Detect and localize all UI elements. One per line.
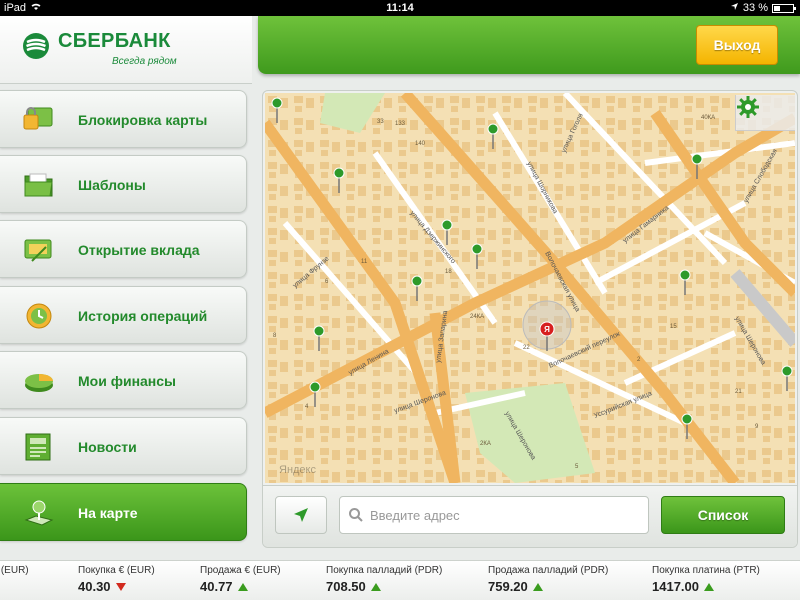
map-watermark: Яндекс (279, 464, 316, 476)
ticker-value: 40.77 (200, 579, 233, 594)
exit-button[interactable]: Выход (696, 25, 778, 65)
menu-item-on-map[interactable]: На карте (0, 483, 247, 541)
svg-text:40КА: 40КА (701, 115, 715, 121)
map-canvas: улица Гоголя улица Шорникова улица Ленин… (265, 93, 795, 483)
trend-up-icon (370, 582, 381, 591)
ticker-item: Покупка палладий (PDR) 708.50 (326, 565, 442, 594)
svg-text:33: 33 (377, 119, 384, 125)
exchange-ticker: Продажа € (EUR) Покупка € (EUR) 40.30 Пр… (0, 560, 800, 600)
ticker-item: Продажа палладий (PDR) 759.20 (488, 565, 608, 594)
menu-label: Открытие вклада (78, 242, 200, 258)
svg-text:140: 140 (415, 141, 426, 147)
folder-icon (24, 173, 53, 197)
location-arrow-icon (294, 508, 308, 522)
svg-text:24КА: 24КА (470, 314, 484, 320)
svg-text:21: 21 (735, 389, 742, 395)
history-icon (26, 303, 52, 329)
battery-fill (774, 5, 780, 11)
svg-text:2КА: 2КА (480, 441, 491, 447)
trend-down-icon (115, 582, 126, 591)
map-view[interactable]: улица Гоголя улица Шорникова улица Ленин… (265, 93, 795, 483)
trend-up-icon (237, 582, 248, 591)
map-pin-icon (24, 500, 54, 526)
ticker-label: Покупка € (EUR) (78, 565, 155, 576)
gear-icon (737, 96, 759, 118)
ticker-value: 759.20 (488, 579, 528, 594)
clock: 11:14 (386, 2, 414, 14)
menu-label: История операций (78, 308, 208, 324)
svg-text:18: 18 (445, 269, 452, 275)
menu-label: Мои финансы (78, 373, 177, 389)
deposit-icon (24, 239, 52, 262)
menu-item-news[interactable]: Новости (0, 417, 247, 475)
pie-chart-icon (25, 374, 53, 392)
svg-text:15: 15 (670, 324, 677, 330)
status-bar: iPad 11:14 33 % (0, 0, 800, 16)
menu-label: Шаблоны (78, 177, 146, 193)
menu-item-deposit[interactable]: Открытие вклада (0, 220, 247, 278)
marker-label: Я (544, 325, 550, 334)
map-settings-button[interactable] (735, 95, 795, 131)
menu-item-history[interactable]: История операций (0, 286, 247, 344)
list-button[interactable]: Список (661, 496, 785, 534)
ticker-label: Покупка платина (PTR) (652, 565, 760, 576)
status-right: 33 % (730, 2, 796, 14)
locate-button[interactable] (275, 496, 327, 534)
svg-text:133: 133 (395, 121, 406, 127)
map-footer: Список (263, 485, 797, 547)
menu-item-finances[interactable]: Мои финансы (0, 351, 247, 409)
ticker-item: Продажа € (EUR) 40.77 (200, 565, 281, 594)
ticker-item: Покупка € (EUR) 40.30 (78, 565, 155, 594)
trend-up-icon (704, 582, 714, 591)
ticker-item: Покупка платина (PTR) 1417.00 (652, 565, 760, 594)
trend-up-icon (532, 582, 543, 591)
ticker-value: 40.30 (78, 579, 111, 594)
battery-percent: 33 % (742, 2, 768, 14)
map-panel: улица Гоголя улица Шорникова улица Ленин… (262, 90, 798, 548)
menu-item-card-block[interactable]: Блокировка карты (0, 90, 247, 148)
menu-label: На карте (78, 505, 138, 521)
address-search-field[interactable] (339, 496, 649, 534)
bank-name: СБЕРБАНК (58, 30, 171, 52)
logo-area: СБЕРБАНК Всегда рядом (0, 16, 252, 84)
bank-tagline: Всегда рядом (112, 56, 177, 67)
menu-label: Новости (78, 439, 137, 455)
news-icon (25, 433, 51, 461)
ticker-item: Продажа € (EUR) (0, 565, 29, 576)
svg-text:11: 11 (361, 259, 368, 265)
battery-icon (772, 3, 796, 13)
menu-item-templates[interactable]: Шаблоны (0, 155, 247, 213)
ticker-label: Продажа палладий (PDR) (488, 565, 609, 576)
ticker-label: Продажа € (EUR) (200, 565, 281, 576)
card-lock-icon (23, 107, 53, 130)
ticker-value: 1417.00 (652, 579, 699, 594)
svg-text:22: 22 (523, 345, 530, 351)
sberbank-logo-icon (23, 33, 49, 59)
search-input[interactable] (370, 497, 640, 533)
location-icon (730, 2, 739, 14)
search-icon (349, 508, 363, 522)
ticker-value: 708.50 (326, 579, 366, 594)
menu-label: Блокировка карты (78, 112, 208, 128)
ticker-label: Продажа € (EUR) (0, 565, 29, 576)
ticker-label: Покупка палладий (PDR) (326, 565, 443, 576)
